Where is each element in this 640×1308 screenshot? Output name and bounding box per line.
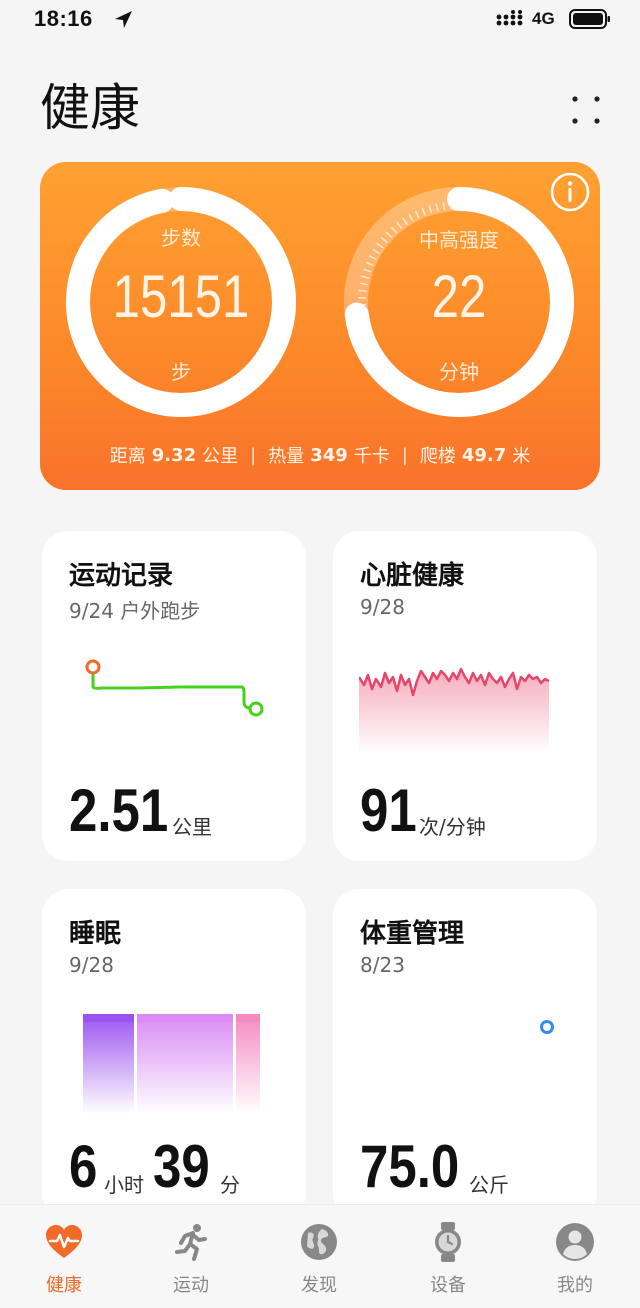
card-subtitle: 9/28: [360, 595, 405, 619]
heart-health-card[interactable]: 心脏健康 9/28 91 次/分钟: [333, 531, 597, 861]
route-start-marker: [85, 659, 101, 675]
nav-tab-health[interactable]: 健康: [19, 1221, 109, 1297]
sleep-segment-light: [137, 1014, 233, 1114]
battery-icon: [569, 9, 610, 29]
distance-value: 2.51: [69, 777, 169, 844]
calories-label: 热量: [268, 446, 305, 467]
heart-rate-graph: [359, 667, 549, 754]
weight-value: 75.0: [360, 1133, 460, 1200]
nav-label: 运动: [173, 1275, 209, 1296]
nav-tab-discover[interactable]: 发现: [274, 1221, 364, 1297]
route-end-marker: [248, 701, 264, 717]
activity-card[interactable]: 步数 15151 步 中高强度 22 分钟 距离 9.32 公里 | 热量 34…: [40, 162, 600, 490]
nav-label: 我的: [557, 1275, 593, 1296]
heart-rate-unit: 次/分钟: [419, 815, 486, 839]
floors-value: 49.7: [461, 444, 507, 466]
nav-tab-profile[interactable]: 我的: [530, 1221, 620, 1297]
card-title: 心脏健康: [360, 561, 465, 591]
calories-value: 349: [310, 444, 348, 466]
intensity-label: 中高强度: [419, 228, 499, 252]
route-map: [85, 659, 264, 717]
status-time: 18:16: [34, 6, 93, 31]
heart-rate-value: 91: [360, 777, 417, 844]
nav-label: 设备: [430, 1275, 466, 1296]
nav-label: 发现: [301, 1275, 337, 1296]
status-bar: 18:16 4G: [0, 0, 640, 44]
running-icon: [175, 1224, 207, 1261]
card-title: 运动记录: [69, 561, 174, 591]
weight-point: [540, 1020, 554, 1034]
network-type: 4G: [532, 9, 555, 28]
nav-tab-devices[interactable]: 设备: [403, 1221, 493, 1297]
floors-label: 爬楼: [419, 446, 456, 467]
bottom-nav: 健康 运动 发现 设备 我的: [0, 1204, 640, 1308]
sleep-minutes-value: 39: [153, 1133, 210, 1200]
sleep-stages-chart: [83, 1014, 260, 1114]
sleep-hours-unit: 小时: [104, 1173, 144, 1197]
sleep-segment-awake: [236, 1014, 260, 1114]
intensity-unit: 分钟: [439, 360, 479, 384]
intensity-value: 22: [431, 263, 487, 330]
more-dots-icon[interactable]: [568, 92, 604, 128]
sleep-minutes-unit: 分: [220, 1173, 240, 1197]
steps-unit: 步: [171, 360, 191, 384]
distance-label: 距离: [109, 446, 146, 467]
weight-management-card[interactable]: 体重管理 8/23 75.0 公斤: [333, 889, 597, 1219]
nav-tab-exercise[interactable]: 运动: [146, 1221, 236, 1297]
separator: |: [401, 444, 408, 466]
activity-summary: 距离 9.32 公里 | 热量 349 千卡 | 爬楼 49.7 米: [40, 440, 600, 470]
sleep-segment-deep: [83, 1014, 134, 1114]
distance-value: 9.32: [151, 444, 197, 466]
calories-unit: 千卡: [353, 446, 390, 467]
nav-label: 健康: [46, 1275, 82, 1296]
distance-unit: 公里: [172, 815, 212, 839]
steps-label: 步数: [161, 226, 201, 250]
separator: |: [250, 444, 257, 466]
signal-icon: [496, 10, 523, 26]
distance-unit: 公里: [202, 446, 239, 467]
card-title: 体重管理: [360, 919, 465, 949]
watch-icon: [435, 1222, 461, 1262]
card-subtitle: 9/28: [69, 953, 114, 977]
card-subtitle: 9/24 户外跑步: [69, 599, 201, 623]
location-arrow-icon: [115, 11, 132, 28]
sleep-card[interactable]: 睡眠 9/28 6 小时 39 分: [42, 889, 306, 1219]
info-icon[interactable]: [548, 170, 592, 214]
sleep-hours-value: 6: [69, 1133, 98, 1200]
card-title: 睡眠: [69, 919, 122, 949]
globe-icon: [301, 1224, 337, 1260]
steps-value: 15151: [112, 263, 250, 330]
exercise-record-card[interactable]: 运动记录 9/24 户外跑步 2.51 公里: [42, 531, 306, 861]
profile-icon: [556, 1223, 594, 1261]
heart-pulse-icon: [46, 1225, 82, 1258]
card-subtitle: 8/23: [360, 953, 405, 977]
floors-unit: 米: [512, 446, 531, 467]
weight-unit: 公斤: [469, 1173, 509, 1197]
page-title: 健康: [40, 79, 140, 137]
